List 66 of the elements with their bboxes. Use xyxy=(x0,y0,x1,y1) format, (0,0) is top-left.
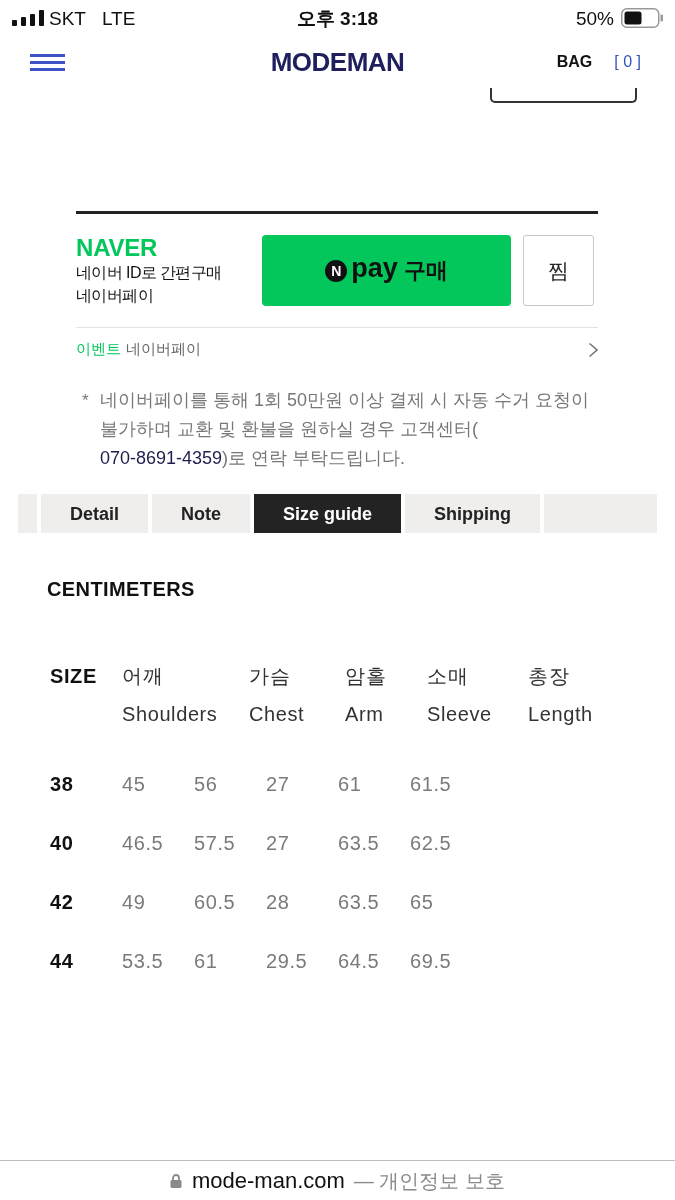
network-type: LTE xyxy=(101,8,136,28)
table-cell-text: 61 xyxy=(338,773,363,794)
column-header: 어깨 xyxy=(122,666,165,686)
row-header: 42 xyxy=(50,891,75,912)
table-cell-text: 62.5 xyxy=(410,832,453,853)
tab[interactable]: Detail xyxy=(41,494,149,533)
wishlist-button[interactable]: 찜 xyxy=(523,235,594,306)
row-header: 38 xyxy=(50,773,75,794)
lock-icon xyxy=(170,1173,182,1188)
column-header: 가슴 xyxy=(249,666,292,686)
table-cell-text: 27 xyxy=(266,773,291,794)
battery-percent: 50% xyxy=(575,8,614,28)
row-header: 40 xyxy=(50,832,75,853)
chevron-right-icon[interactable] xyxy=(588,342,598,358)
table-cell-text: 46.5 xyxy=(122,832,165,853)
bag-count: [ 0 ] xyxy=(614,54,641,70)
table-cell-text: 49 xyxy=(122,891,147,912)
table-cell-text: 29.5 xyxy=(266,950,309,971)
table-cell-text: 45 xyxy=(122,773,147,794)
naver-pay-caption: 네이버 ID로 간편구매 xyxy=(76,263,223,283)
table-cell-text: 60.5 xyxy=(194,891,237,912)
menu-icon[interactable] xyxy=(30,53,65,71)
table-cell-text: 56 xyxy=(194,773,219,794)
column-header: 소매 xyxy=(427,666,470,686)
column-header: Arm xyxy=(345,704,385,724)
tab[interactable]: Note xyxy=(152,494,251,533)
carrier-name: SKT xyxy=(49,8,86,28)
naver-pay-caption: 네이버페이 xyxy=(76,286,154,306)
tab[interactable]: Shipping xyxy=(405,494,541,533)
privacy-note: — 개인정보 보호 xyxy=(353,1170,505,1191)
asterisk-mark: * xyxy=(82,390,90,412)
table-cell-text: 61 xyxy=(194,950,219,971)
table-cell-text: 27 xyxy=(266,832,291,853)
unit-heading: CENTIMETERS xyxy=(47,577,196,601)
column-header: Chest xyxy=(249,704,306,724)
table-cell-text: 53.5 xyxy=(122,950,165,971)
column-header: Sleeve xyxy=(427,704,493,724)
table-cell-text: 65 xyxy=(410,891,435,912)
clock-time: 오후 3:18 xyxy=(296,8,379,28)
event-title[interactable]: 네이버페이 xyxy=(126,340,201,356)
table-cell-text: 69.5 xyxy=(410,950,453,971)
notice-text: 네이버페이를 통해 1회 50만원 이상 결제 시 자동 수거 요청이 불가하며 교환 및 환불을 원하실 경우 고객센터( 070-8691-4359)로 연락 부탁드립니다. xyxy=(100,389,590,470)
column-header: 총장 xyxy=(528,666,571,686)
table-cell-text: 57.5 xyxy=(194,832,237,853)
battery-icon xyxy=(621,8,663,28)
npay-buy-button[interactable]: N pay 구매 xyxy=(262,235,511,306)
bag-link[interactable]: BAG xyxy=(556,54,593,70)
cut-off-button[interactable] xyxy=(490,88,637,103)
column-header: Shoulders xyxy=(122,704,219,724)
table-cell-text: 64.5 xyxy=(338,950,381,971)
naver-logo: NAVER xyxy=(76,235,159,261)
table-cell-text: 61.5 xyxy=(410,773,453,794)
n-logo: N xyxy=(325,259,348,282)
signal-icon xyxy=(12,10,44,26)
site-domain[interactable]: mode-man.com xyxy=(192,1169,345,1192)
row-header: 44 xyxy=(50,950,75,971)
table-cell-text: 63.5 xyxy=(338,891,381,912)
tab[interactable]: Size guide xyxy=(254,494,402,533)
column-header: Length xyxy=(528,704,594,724)
table-cell-text: 63.5 xyxy=(338,832,381,853)
column-header: SIZE xyxy=(50,666,98,686)
table-cell-text: 28 xyxy=(266,891,291,912)
column-header: 암홀 xyxy=(345,666,388,686)
phone-link[interactable]: 070-8691-4359 xyxy=(100,448,223,468)
site-logo[interactable]: MODEMAN xyxy=(270,49,405,75)
event-label: 이벤트 xyxy=(76,340,121,356)
